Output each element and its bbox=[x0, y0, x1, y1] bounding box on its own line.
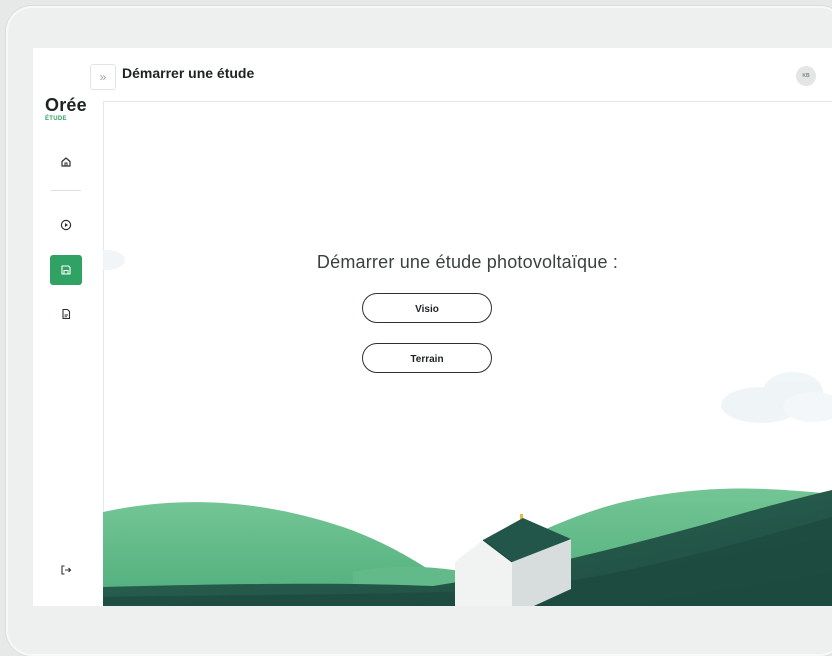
play-circle-icon bbox=[60, 219, 72, 231]
sidebar-item-home[interactable] bbox=[50, 147, 82, 177]
top-header: Démarrer une étude KB bbox=[103, 48, 832, 102]
sidebar-divider bbox=[51, 190, 81, 191]
terrain-button[interactable]: Terrain bbox=[362, 343, 492, 373]
sidebar-item-start[interactable] bbox=[50, 210, 82, 240]
sidebar-item-studies[interactable] bbox=[50, 255, 82, 285]
document-icon bbox=[62, 308, 71, 320]
cloud-right bbox=[721, 372, 832, 423]
visio-button[interactable]: Visio bbox=[362, 293, 492, 323]
logout-button[interactable] bbox=[58, 562, 74, 578]
home-icon bbox=[61, 157, 71, 167]
save-icon bbox=[61, 265, 71, 275]
logo-subtitle: ÉTUDE bbox=[45, 116, 67, 122]
collapse-sidebar-button[interactable]: » bbox=[90, 64, 116, 90]
logo-name: Orée bbox=[45, 95, 87, 115]
logo: Orée ÉTUDE bbox=[45, 95, 87, 123]
page-title: Démarrer une étude bbox=[122, 65, 255, 81]
main-content: Démarrer une étude photovoltaïque : Visi… bbox=[103, 102, 832, 606]
avatar[interactable]: KB bbox=[796, 66, 816, 86]
study-prompt: Démarrer une étude photovoltaïque : bbox=[316, 252, 619, 272]
app-screen: Orée ÉTUDE » Démarrer une étude KB Démar… bbox=[33, 48, 832, 606]
sidebar-item-documents[interactable] bbox=[50, 299, 82, 329]
sidebar: Orée ÉTUDE bbox=[33, 48, 104, 606]
logout-icon bbox=[61, 565, 72, 575]
